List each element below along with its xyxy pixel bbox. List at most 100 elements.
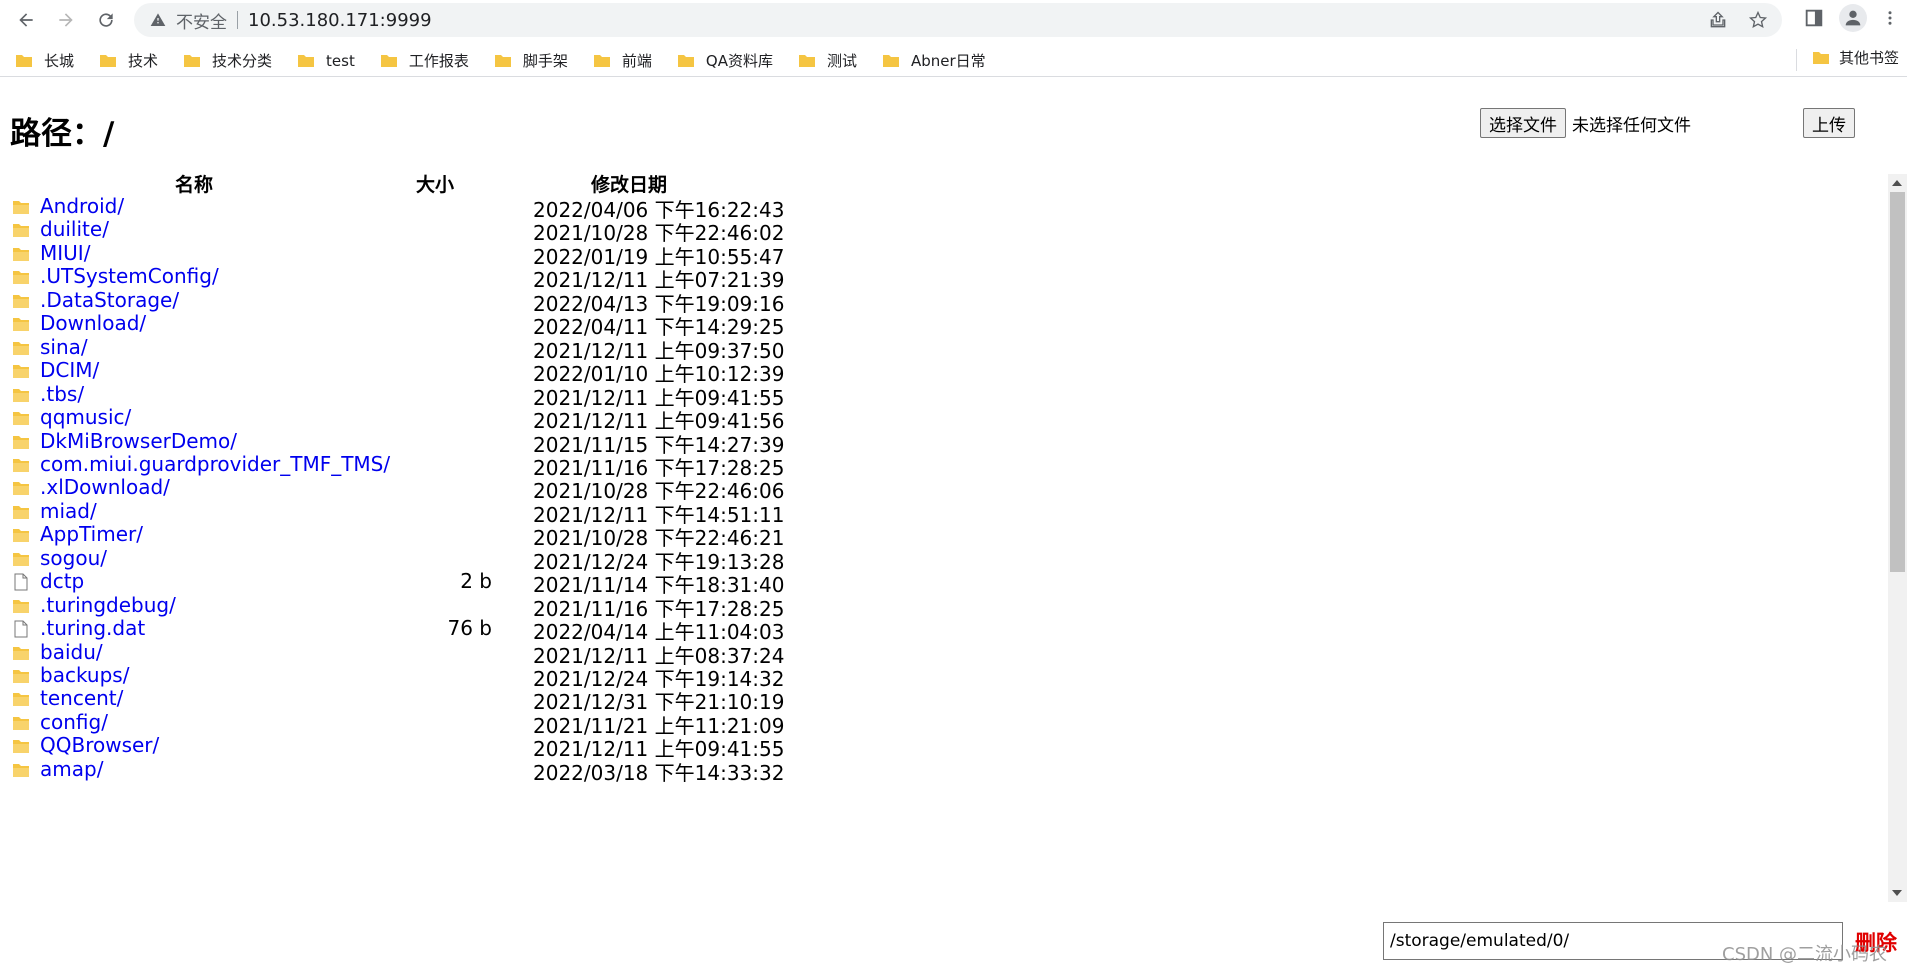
file-icon <box>12 620 30 638</box>
warning-icon <box>150 12 166 28</box>
file-link[interactable]: dctp <box>40 569 84 593</box>
folder-icon <box>12 597 30 615</box>
person-icon <box>1845 10 1861 26</box>
folder-icon <box>1812 52 1829 64</box>
reload-button[interactable] <box>92 6 120 34</box>
upload-button[interactable]: 上传 <box>1803 108 1855 138</box>
folder-icon <box>12 198 30 216</box>
folder-icon <box>12 550 30 568</box>
file-link[interactable]: .DataStorage/ <box>40 288 179 312</box>
bookmark-item[interactable]: 技术 <box>84 47 168 75</box>
file-link[interactable]: MIUI/ <box>40 241 90 265</box>
folder-icon <box>593 55 610 67</box>
file-link[interactable]: sina/ <box>40 335 88 359</box>
file-link[interactable]: QQBrowser/ <box>40 733 159 757</box>
file-link[interactable]: DkMiBrowserDemo/ <box>40 429 237 453</box>
bookmark-label: 技术分类 <box>212 52 273 70</box>
scroll-down-icon[interactable] <box>1892 890 1902 896</box>
forward-button[interactable] <box>52 6 80 34</box>
folder-icon <box>12 221 30 239</box>
file-link[interactable]: miad/ <box>40 499 97 523</box>
column-header-size: 大小 <box>416 174 455 196</box>
folder-icon <box>677 55 694 67</box>
reload-icon <box>99 13 113 27</box>
folder-icon <box>12 644 30 662</box>
file-link[interactable]: Download/ <box>40 311 146 335</box>
bookmark-label: 长城 <box>44 52 75 70</box>
folder-icon <box>12 339 30 357</box>
file-link[interactable]: DCIM/ <box>40 358 99 382</box>
choose-file-button[interactable]: 选择文件 <box>1480 108 1566 138</box>
file-picker: 选择文件 未选择任何文件 <box>1480 108 1691 138</box>
folder-icon <box>12 690 30 708</box>
bookmark-item[interactable]: QA资料库 <box>662 47 783 75</box>
bookmark-label: Abner日常 <box>911 52 986 70</box>
file-link[interactable]: .UTSystemConfig/ <box>40 264 219 288</box>
scroll-thumb[interactable] <box>1890 192 1905 572</box>
bookmarks-bar: 长城 技术 技术分类 test 工作报表 脚手架 前端 QA资料库 测试 Abn… <box>0 45 1907 77</box>
divider <box>237 11 238 29</box>
scroll-up-icon[interactable] <box>1892 180 1902 186</box>
bookmark-item[interactable]: 工作报表 <box>365 47 479 75</box>
file-link[interactable]: qqmusic/ <box>40 405 131 429</box>
browser-actions <box>1803 4 1907 32</box>
file-link[interactable]: tencent/ <box>40 686 123 710</box>
file-link[interactable]: backups/ <box>40 663 129 687</box>
security-label[interactable]: 不安全 <box>176 8 227 33</box>
back-button[interactable] <box>12 6 40 34</box>
bookmark-label: QA资料库 <box>705 52 773 70</box>
folder-icon <box>12 503 30 521</box>
bookmark-item[interactable]: test <box>282 47 365 75</box>
bookmark-label: 脚手架 <box>522 52 568 70</box>
menu-dots-icon[interactable] <box>1881 7 1899 29</box>
file-link[interactable]: .turing.dat <box>40 616 145 640</box>
folder-icon <box>12 456 30 474</box>
side-panel-icon[interactable] <box>1803 7 1825 29</box>
bookmark-label: 工作报表 <box>408 52 469 70</box>
column-header-name: 名称 <box>175 174 214 196</box>
star-icon[interactable] <box>1748 10 1768 30</box>
bookmark-item[interactable]: 脚手架 <box>479 47 578 75</box>
file-link[interactable]: .xlDownload/ <box>40 475 170 499</box>
file-icon <box>12 573 30 591</box>
bookmark-item[interactable]: 技术分类 <box>168 47 282 75</box>
file-link[interactable]: duilite/ <box>40 217 109 241</box>
file-link[interactable]: baidu/ <box>40 640 103 664</box>
share-icon[interactable] <box>1708 10 1728 30</box>
url-text[interactable]: 10.53.180.171:9999 <box>248 10 432 31</box>
folder-icon <box>12 526 30 544</box>
folder-icon <box>12 714 30 732</box>
folder-icon <box>12 737 30 755</box>
file-link[interactable]: Android/ <box>40 194 124 218</box>
page-title: 路径：/ <box>10 116 115 152</box>
file-link[interactable]: amap/ <box>40 757 103 781</box>
folder-icon <box>16 55 32 67</box>
no-file-text: 未选择任何文件 <box>1572 115 1691 136</box>
folder-icon <box>12 245 30 263</box>
folder-icon <box>380 55 397 67</box>
file-link[interactable]: .turingdebug/ <box>40 593 176 617</box>
bookmark-item[interactable]: 前端 <box>578 47 662 75</box>
file-link[interactable]: .tbs/ <box>40 382 84 406</box>
file-size: 76 b <box>447 616 492 641</box>
file-link[interactable]: sogou/ <box>40 546 107 570</box>
profile-avatar[interactable] <box>1839 4 1867 32</box>
bookmark-label: 前端 <box>621 52 652 70</box>
file-link[interactable]: com.miui.guardprovider_TMF_TMS/ <box>40 452 390 476</box>
folder-icon <box>184 55 201 67</box>
bookmark-item[interactable]: 长城 <box>0 47 84 75</box>
file-link[interactable]: config/ <box>40 710 108 734</box>
folder-icon <box>12 362 30 380</box>
file-link[interactable]: AppTimer/ <box>40 522 143 546</box>
page-scrollbar[interactable] <box>1888 174 1907 902</box>
bookmark-label: 技术 <box>128 52 159 70</box>
other-bookmarks[interactable]: 其他书签 <box>1812 47 1899 68</box>
arrow-right-icon <box>59 13 73 27</box>
folder-icon <box>298 55 315 67</box>
address-bar[interactable]: 不安全 10.53.180.171:9999 <box>134 3 1782 37</box>
bookmark-label: test <box>326 51 355 70</box>
omnibox-actions <box>1708 10 1768 30</box>
arrow-left-icon <box>19 13 33 27</box>
bookmark-item[interactable]: 测试 <box>783 47 867 75</box>
bookmark-item[interactable]: Abner日常 <box>867 47 996 75</box>
